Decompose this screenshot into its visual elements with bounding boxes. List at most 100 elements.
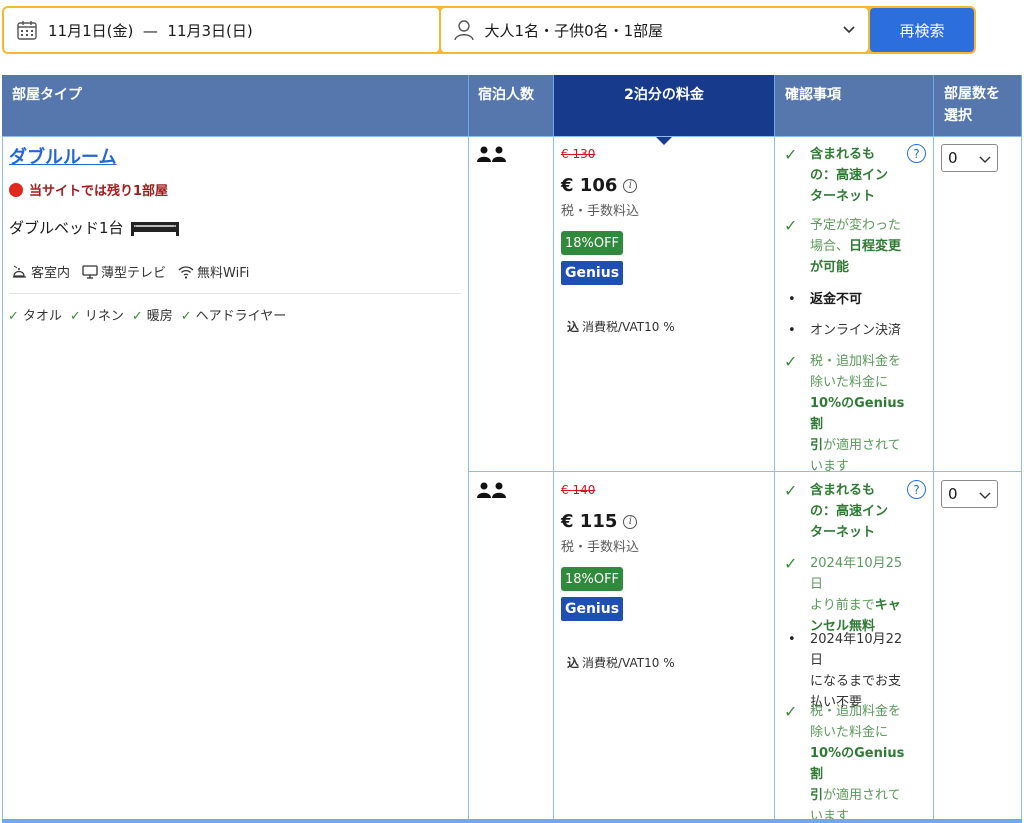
grid-line: [2, 136, 3, 821]
room-quantity-select[interactable]: 0: [941, 144, 998, 172]
tax-note: 税・手数料込: [561, 204, 640, 219]
active-column-arrow: [655, 136, 673, 145]
condition-included: ✓ 含まれるも の：高速イン ターネット: [784, 144, 914, 207]
line: 場合、日程変更: [810, 236, 901, 257]
wifi-icon: [178, 265, 194, 279]
amenity-label: 薄型テレビ: [101, 266, 167, 281]
condition-text: 2024年10月25日 より前までキャ ンセル無料: [810, 553, 914, 637]
text: キャ: [874, 598, 901, 613]
line: 含まれるも: [810, 483, 876, 498]
price-value: € 106: [561, 175, 618, 196]
current-price: € 115 i: [561, 511, 638, 532]
vat-prefix: 込: [567, 320, 580, 334]
check-icon: ✓: [784, 702, 798, 721]
chevron-down-icon: [843, 26, 855, 34]
line: 2024年10月25日: [810, 556, 903, 592]
text: 場合、: [810, 239, 850, 254]
guests-text: 大人1名・子供0名・1部屋: [484, 21, 664, 40]
line: います: [810, 459, 850, 474]
facility-item: ✓ タオル: [8, 305, 62, 324]
condition-date-change: ✓ 予定が変わった 場合、日程変更 が可能: [784, 215, 914, 278]
help-icon[interactable]: ?: [907, 144, 926, 163]
text: 10%のGenius割: [810, 396, 905, 432]
grid-line: [468, 136, 469, 821]
facility-item: ✓ ヘアドライヤー: [181, 305, 287, 324]
date-range-field[interactable]: 11月1日(金) — 11月3日(日): [4, 8, 439, 52]
line: より前までキャ: [810, 595, 914, 616]
person-icon: [453, 19, 475, 41]
header-conditions: 確認事項: [775, 75, 934, 136]
text: が適用されて: [823, 788, 901, 803]
header-price-label: 2泊分の料金: [624, 87, 704, 103]
amenity-item: 客室内: [12, 262, 70, 281]
condition-text: 税・追加料金を 除いた料金に 10%のGenius割 引が適用されて います: [810, 351, 914, 477]
vat-note: 込消費税/VAT10 %: [567, 318, 675, 335]
room-quantity-select[interactable]: 0: [941, 480, 998, 508]
chevron-down-icon: [979, 492, 991, 499]
divider: [9, 293, 461, 294]
check-icon: ✓: [784, 554, 798, 573]
date-range-text: 11月1日(金) — 11月3日(日): [48, 21, 253, 40]
line: ターネット: [810, 189, 876, 204]
scarcity-text: 当サイトでは残り1部屋: [29, 184, 169, 199]
text: 日程変更: [849, 239, 902, 254]
two-persons-icon: [477, 482, 506, 498]
guests-field[interactable]: 大人1名・子供0名・1部屋: [440, 8, 869, 52]
tax-note: 税・手数料込: [561, 540, 640, 555]
header-room-type: 部屋タイプ: [2, 75, 469, 136]
text: 10%のGenius割: [810, 746, 905, 782]
help-icon[interactable]: ?: [907, 480, 926, 499]
room-name-link[interactable]: ダブルルーム: [9, 143, 116, 169]
red-dot-icon: [9, 182, 23, 197]
line: 除いた料金に: [810, 725, 889, 740]
two-persons-icon: [477, 146, 506, 162]
grid-line: [774, 136, 775, 821]
quantity-value: 0: [948, 149, 958, 167]
check-icon: ✓: [784, 145, 798, 164]
line: 税・追加料金を: [810, 704, 902, 719]
condition-text: オンライン決済: [810, 323, 902, 338]
grid-line: [2, 136, 1022, 137]
info-icon[interactable]: i: [623, 514, 638, 529]
line: が可能: [810, 257, 901, 278]
text: 引: [810, 438, 824, 453]
info-icon[interactable]: i: [623, 178, 638, 193]
bed-text: ダブルベッド1台: [9, 219, 124, 237]
text: が適用されて: [823, 438, 901, 453]
grid-line: [1021, 136, 1022, 821]
bullet-icon: •: [788, 292, 796, 307]
bullet-icon: •: [788, 323, 796, 338]
amenity-item: 無料WiFi: [178, 262, 249, 281]
facilities-list: ✓ タオル ✓ リネン ✓ 暖房 ✓ ヘアドライヤー: [8, 305, 286, 324]
original-price: € 140: [561, 483, 596, 497]
facility-label: ヘアドライヤー: [195, 309, 287, 324]
condition-genius-discount: ✓ 税・追加料金を 除いた料金に 10%のGenius割 引が適用されて います: [784, 351, 914, 477]
line: 除いた料金に: [810, 375, 889, 390]
grid-line: [553, 136, 554, 821]
line: 税・追加料金を: [810, 354, 902, 369]
vat-text: 消費税/VAT10 %: [582, 656, 675, 670]
condition-nonrefundable: • 返金不可: [784, 289, 914, 310]
check-icon: ✓: [784, 352, 798, 371]
line: 引が適用されて: [810, 785, 914, 806]
genius-badge: Genius: [561, 261, 623, 285]
search-button[interactable]: 再検索: [870, 8, 974, 52]
facility-item: ✓ リネン: [70, 305, 124, 324]
amenity-label: 無料WiFi: [197, 266, 250, 281]
room-service-icon: [13, 265, 26, 278]
line: 含まれるも: [810, 147, 876, 162]
check-icon: ✓: [784, 481, 798, 500]
check-icon: ✓: [784, 216, 798, 235]
text: 引: [810, 788, 824, 803]
condition-payment: • オンライン決済: [784, 320, 914, 341]
line: の：高速イン: [810, 168, 889, 183]
search-bar: 11月1日(金) — 11月3日(日) 大人1名・子供0名・1部屋 再検索: [2, 6, 976, 54]
price-value: € 115: [561, 511, 618, 532]
double-bed-icon: [130, 221, 179, 236]
header-price: 2泊分の料金: [554, 75, 775, 145]
genius-badge: Genius: [561, 597, 623, 621]
line: ターネット: [810, 525, 876, 540]
facility-label: リネン: [84, 309, 124, 324]
facility-label: 暖房: [146, 309, 173, 324]
scarcity-message: 当サイトでは残り1部屋: [9, 180, 168, 199]
